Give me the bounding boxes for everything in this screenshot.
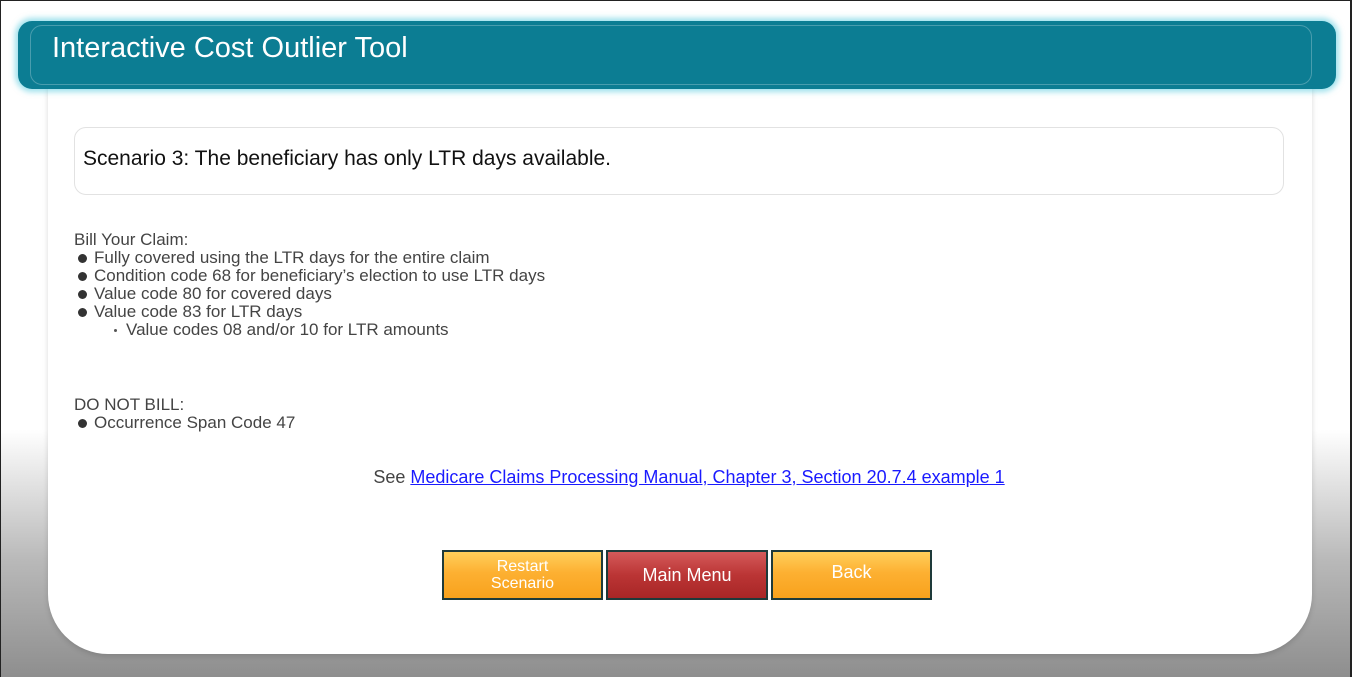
bill-your-claim-heading: Bill Your Claim:: [74, 230, 189, 249]
bill-your-claim-list: Fully covered using the LTR days for the…: [74, 249, 545, 339]
main-menu-button[interactable]: Main Menu: [606, 550, 768, 600]
list-item: Value code 80 for covered days: [74, 285, 545, 303]
do-not-bill-list: Occurrence Span Code 47: [74, 414, 295, 432]
list-item: Fully covered using the LTR days for the…: [74, 249, 545, 267]
bullet-icon: [78, 272, 87, 281]
list-item: Value code 83 for LTR days: [74, 303, 545, 321]
reference-line: See Medicare Claims Processing Manual, C…: [0, 465, 1352, 489]
scenario-text: Scenario 3: The beneficiary has only LTR…: [83, 147, 612, 170]
restart-scenario-button[interactable]: Restart Scenario: [442, 550, 603, 600]
bill-your-claim-section: Bill Your Claim: Fully covered using the…: [74, 231, 545, 339]
bullet-icon: [78, 308, 87, 317]
reference-prefix: See: [373, 467, 406, 487]
page-title: Interactive Cost Outlier Tool: [52, 32, 408, 64]
list-item: Condition code 68 for beneficiary’s elec…: [74, 267, 545, 285]
manual-link[interactable]: Medicare Claims Processing Manual, Chapt…: [410, 467, 1004, 487]
restart-button-label: Restart Scenario: [490, 558, 555, 592]
bullet-icon: [78, 419, 87, 428]
scenario-box: Scenario 3: The beneficiary has only LTR…: [74, 127, 1284, 195]
list-item: Occurrence Span Code 47: [74, 414, 295, 432]
do-not-bill-heading: DO NOT BILL:: [74, 395, 185, 414]
sub-bullet-icon: [114, 329, 117, 332]
back-button[interactable]: Back: [771, 550, 932, 600]
bullet-icon: [78, 254, 87, 263]
do-not-bill-section: DO NOT BILL: Occurrence Span Code 47: [74, 396, 295, 432]
sub-list-item: Value codes 08 and/or 10 for LTR amounts: [74, 321, 545, 339]
bullet-icon: [78, 290, 87, 299]
